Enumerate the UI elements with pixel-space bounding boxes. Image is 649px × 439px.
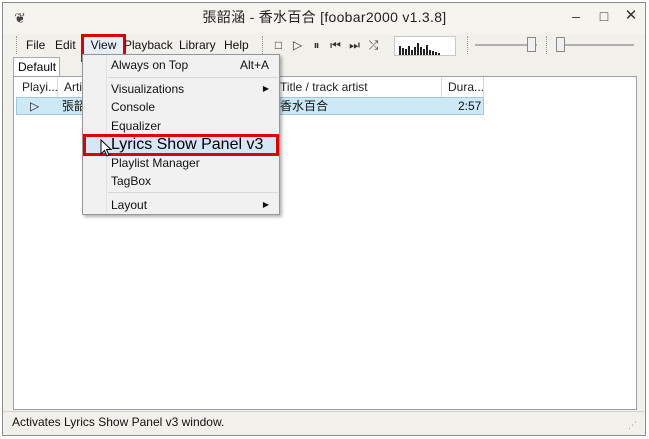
menu-item-shortcut: Alt+A bbox=[239, 58, 269, 72]
now-playing-icon: ▷ bbox=[30, 99, 40, 113]
seekbar-thumb[interactable] bbox=[556, 37, 565, 52]
menu-item-label: Layout bbox=[111, 198, 148, 212]
column-header-title[interactable]: Title / track artist bbox=[274, 77, 442, 97]
menu-item-layout[interactable]: Layout ▶ bbox=[108, 196, 279, 214]
tab-default[interactable]: Default bbox=[13, 57, 60, 76]
playback-toolbar: □ ▷ ⏸ ⏮ ⏭ ⤮ bbox=[266, 37, 386, 55]
menu-item-console[interactable]: Console bbox=[108, 98, 279, 116]
minimize-button[interactable]: – bbox=[562, 6, 590, 26]
column-header-duration[interactable]: Dura... bbox=[442, 77, 484, 97]
next-icon[interactable]: ⏭ bbox=[346, 37, 363, 54]
menu-item-always-on-top[interactable]: Always on Top Alt+A bbox=[108, 56, 279, 74]
seekbar-track[interactable] bbox=[556, 44, 634, 46]
volume-grip[interactable] bbox=[467, 36, 470, 54]
previous-icon[interactable]: ⏮ bbox=[327, 37, 344, 54]
seekbar-grip[interactable] bbox=[546, 36, 549, 54]
menu-item-lyrics-show-panel[interactable]: Lyrics Show Panel v3 bbox=[83, 134, 279, 156]
track-title: 香水百合 bbox=[280, 99, 329, 113]
stop-icon[interactable]: □ bbox=[270, 37, 287, 54]
random-icon[interactable]: ⤮ bbox=[365, 37, 382, 54]
menu-separator bbox=[108, 77, 278, 78]
window-title: 張韶涵 - 香水百合 [foobar2000 v1.3.8] bbox=[202, 9, 447, 25]
menu-item-equalizer[interactable]: Equalizer bbox=[108, 117, 279, 135]
pause-icon[interactable]: ⏸ bbox=[308, 37, 325, 54]
menu-playback[interactable]: Playback bbox=[124, 35, 173, 55]
volume-slider-thumb[interactable] bbox=[527, 37, 536, 52]
play-icon[interactable]: ▷ bbox=[289, 37, 306, 54]
menu-item-tagbox[interactable]: TagBox bbox=[108, 172, 279, 190]
spectrum-bars-icon bbox=[399, 43, 440, 55]
menu-bar: File Edit View Playback Library Help bbox=[14, 34, 258, 62]
menu-help[interactable]: Help bbox=[224, 35, 249, 55]
menu-item-label: Visualizations bbox=[111, 82, 185, 96]
submenu-arrow-icon: ▶ bbox=[262, 200, 269, 209]
menu-edit[interactable]: Edit bbox=[55, 35, 76, 55]
menu-item-playlist-manager[interactable]: Playlist Manager bbox=[108, 154, 279, 172]
menu-item-visualizations[interactable]: Visualizations ▶ bbox=[108, 80, 279, 98]
resize-grip-icon[interactable]: ⋰ bbox=[628, 420, 637, 431]
toolbar-grip[interactable] bbox=[262, 36, 265, 54]
status-text: Activates Lyrics Show Panel v3 window. bbox=[12, 415, 225, 429]
menu-file[interactable]: File bbox=[26, 35, 45, 55]
submenu-arrow-icon: ▶ bbox=[262, 84, 269, 93]
spectrum-visualizer[interactable] bbox=[394, 36, 456, 56]
menu-item-label: Always on Top bbox=[111, 58, 189, 72]
close-button[interactable]: ✕ bbox=[618, 6, 644, 26]
column-header-playing[interactable]: Playi... bbox=[16, 77, 58, 97]
track-duration: 2:57 bbox=[458, 99, 482, 113]
menu-library[interactable]: Library bbox=[179, 35, 216, 55]
maximize-button[interactable]: □ bbox=[590, 6, 618, 26]
menu-separator bbox=[108, 192, 278, 193]
